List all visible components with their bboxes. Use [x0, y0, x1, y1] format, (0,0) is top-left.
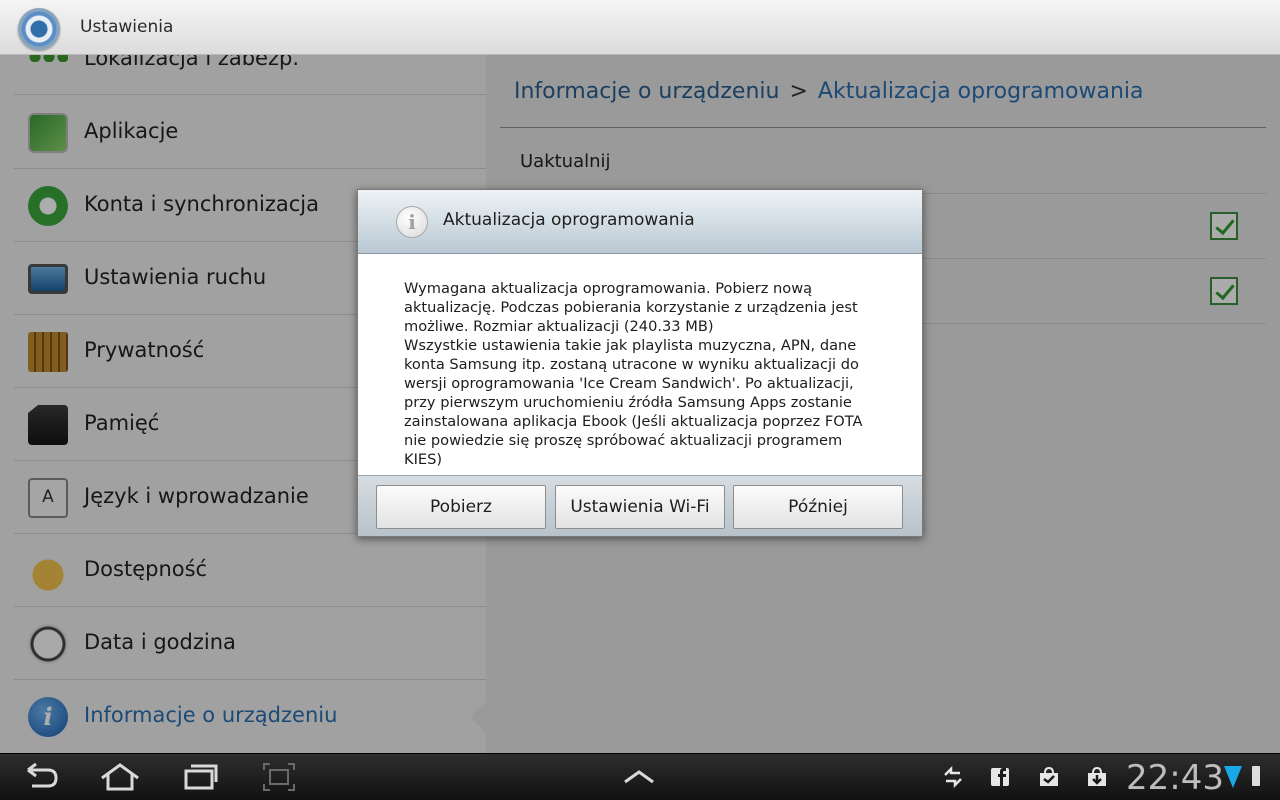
dialog-header: i Aktualizacja oprogramowania — [358, 190, 922, 254]
back-icon[interactable] — [22, 762, 60, 799]
home-icon[interactable] — [98, 762, 142, 799]
settings-gear-icon[interactable] — [18, 8, 60, 50]
sync-status-icon — [942, 765, 964, 789]
dialog-message-text: Wymagana aktualizacja oprogramowania. Po… — [404, 280, 863, 468]
wifi-settings-button[interactable]: Ustawienia Wi-Fi — [555, 485, 725, 529]
dialog-button-bar: Pobierz Ustawienia Wi-Fi Później — [358, 475, 922, 536]
title-bar: Ustawienia — [0, 0, 1280, 55]
clock[interactable]: 22:43 — [1126, 758, 1224, 798]
download-button[interactable]: Pobierz — [376, 485, 546, 529]
app-title: Ustawienia — [80, 17, 174, 37]
info-icon: i — [396, 206, 428, 238]
screenshot-icon[interactable] — [262, 762, 296, 799]
software-update-dialog: i Aktualizacja oprogramowania Wymagana a… — [357, 189, 923, 537]
download-icon — [1085, 766, 1107, 788]
system-bar: 22:43 — [0, 753, 1280, 800]
wifi-signal-icon — [1224, 766, 1242, 788]
recent-apps-icon[interactable] — [182, 762, 220, 799]
dialog-title: Aktualizacja oprogramowania — [443, 210, 695, 230]
battery-icon — [1252, 766, 1260, 786]
dialog-message: Wymagana aktualizacja oprogramowania. Po… — [404, 279, 884, 469]
facebook-icon — [989, 766, 1011, 788]
later-button[interactable]: Później — [733, 485, 903, 529]
mini-apps-tray-icon[interactable] — [622, 764, 656, 797]
market-icon — [1037, 766, 1059, 788]
